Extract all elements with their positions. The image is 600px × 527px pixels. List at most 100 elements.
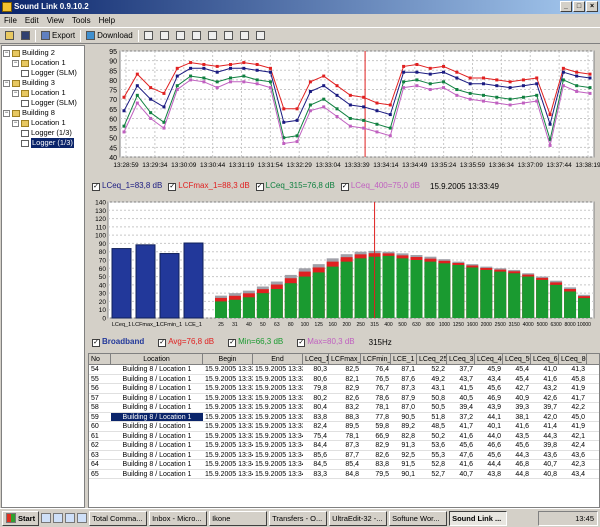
legend-item[interactable]: ✓ Broadband bbox=[92, 337, 144, 347]
column-header[interactable]: LCeq_50 bbox=[503, 354, 531, 364]
checkbox-icon[interactable]: ✓ bbox=[297, 339, 306, 347]
tree-logger-item[interactable]: Logger (1/3) bbox=[3, 128, 83, 138]
legend-item[interactable]: ✓ LCeq_1=83,8 dB bbox=[92, 181, 162, 191]
browser-icon[interactable] bbox=[53, 513, 64, 523]
tree-logger-item[interactable]: Logger (SLM) bbox=[3, 98, 83, 108]
table-row[interactable]: 60 Building 8 / Location 1 15.9.2005 13:33… bbox=[89, 422, 599, 432]
taskbar-button[interactable]: Transfers - O... bbox=[269, 510, 328, 526]
legend-item[interactable]: ✓ Max=80,3 dB bbox=[297, 337, 355, 347]
tree-logger-item[interactable]: Logger (1/3) bbox=[3, 138, 83, 148]
desktop-icon[interactable] bbox=[41, 513, 52, 523]
column-header[interactable]: No bbox=[89, 354, 111, 364]
table-row[interactable]: 63 Building 8 / Location 1 15.9.2005 13:34… bbox=[89, 451, 599, 460]
table-row[interactable]: 54 Building 8 / Location 1 15.9.2005 13:33… bbox=[89, 365, 599, 375]
checkbox-icon[interactable]: ✓ bbox=[228, 339, 237, 347]
column-header[interactable]: LCE_1 bbox=[391, 354, 417, 364]
table-row[interactable]: 58 Building 8 / Location 1 15.9.2005 13:33… bbox=[89, 403, 599, 413]
save-button[interactable] bbox=[19, 29, 32, 42]
column-header[interactable]: Location bbox=[111, 354, 203, 364]
data-point bbox=[481, 76, 485, 80]
column-header[interactable]: LCFmax_1 bbox=[329, 354, 361, 364]
x-tick-label: 500 bbox=[398, 322, 407, 328]
collapse-toggle-icon[interactable]: − bbox=[12, 119, 19, 127]
checkbox-icon[interactable]: ✓ bbox=[168, 183, 177, 191]
tree-folder-item[interactable]: − Location 1 bbox=[3, 88, 83, 98]
tree-logger-item[interactable]: Logger (SLM) bbox=[3, 68, 83, 78]
chart-type-button[interactable] bbox=[222, 29, 235, 42]
tree-folder-item[interactable]: − Building 3 bbox=[3, 78, 83, 88]
close-button[interactable]: × bbox=[586, 1, 598, 12]
zoom-out-icon bbox=[207, 31, 217, 40]
column-header[interactable]: LCeq_25 bbox=[417, 354, 447, 364]
menu-help[interactable]: Help bbox=[99, 14, 115, 27]
collapse-toggle-icon[interactable]: − bbox=[3, 49, 10, 57]
export-button[interactable]: Export bbox=[39, 29, 77, 42]
legend-item[interactable]: ✓ LCeq_400=75,0 dB bbox=[340, 181, 420, 191]
start-button[interactable]: Start bbox=[2, 510, 40, 526]
checkbox-icon[interactable]: ✓ bbox=[255, 183, 264, 191]
menu-edit[interactable]: Edit bbox=[25, 14, 39, 27]
taskbar-button[interactable]: Inbox - Micro... bbox=[149, 510, 208, 526]
tree-folder-item[interactable]: − Building 2 bbox=[3, 48, 83, 58]
taskbar-button[interactable]: Ikone bbox=[209, 510, 268, 526]
column-header[interactable]: End bbox=[253, 354, 303, 364]
table-cell: 60 bbox=[91, 423, 99, 430]
x-tick-label: 1000 bbox=[439, 322, 450, 328]
checkbox-icon[interactable]: ✓ bbox=[92, 183, 100, 191]
table-cell: 41,6 bbox=[459, 461, 473, 468]
open-button[interactable] bbox=[3, 29, 16, 42]
select-tool-button[interactable] bbox=[142, 29, 155, 42]
checkbox-icon[interactable]: ✓ bbox=[340, 183, 349, 191]
zoom-y-button[interactable] bbox=[174, 29, 187, 42]
column-header[interactable]: LCeq_63 bbox=[531, 354, 559, 364]
taskbar-button[interactable]: Sound Link ... bbox=[449, 510, 508, 526]
checkbox-icon[interactable]: ✓ bbox=[158, 339, 167, 347]
tree-folder-item[interactable]: − Location 1 bbox=[3, 58, 83, 68]
table-row[interactable]: 55 Building 8 / Location 1 15.9.2005 13:33… bbox=[89, 375, 599, 384]
table-row[interactable]: 64 Building 8 / Location 1 15.9.2005 13:34… bbox=[89, 460, 599, 470]
legend-item[interactable]: ✓ LCFmax_1=88,3 dB bbox=[168, 181, 250, 191]
table-row[interactable]: 65 Building 8 / Location 1 15.9.2005 13:34… bbox=[89, 470, 599, 479]
table-row[interactable]: 62 Building 8 / Location 1 15.9.2005 13:34… bbox=[89, 441, 599, 451]
cursor-button[interactable] bbox=[254, 29, 267, 42]
collapse-toggle-icon[interactable]: − bbox=[3, 79, 10, 87]
zoom-in-button[interactable] bbox=[190, 29, 203, 42]
menu-view[interactable]: View bbox=[47, 14, 64, 27]
maximize-button[interactable]: □ bbox=[573, 1, 585, 12]
taskbar-button[interactable]: Softune Wor... bbox=[389, 510, 448, 526]
zoom-out-button[interactable] bbox=[206, 29, 219, 42]
collapse-toggle-icon[interactable]: − bbox=[12, 59, 19, 67]
table-row[interactable]: 59Building 8 / Location 115.9.2005 13:33… bbox=[89, 412, 599, 422]
legend-item[interactable]: ✓ Min=66,3 dB bbox=[228, 337, 283, 347]
taskbar-button[interactable]: Total Comma... bbox=[89, 510, 148, 526]
time-history-chart[interactable]: 40 45 50 55 60 65 70 75 80 85 90 95 13:28:59 13:29:34… bbox=[88, 45, 600, 178]
column-header[interactable]: LCeq_40 bbox=[475, 354, 503, 364]
grid-button[interactable] bbox=[238, 29, 251, 42]
column-header[interactable]: LCFmin_1 bbox=[361, 354, 391, 364]
column-header[interactable]: LCeq_1 bbox=[303, 354, 329, 364]
column-header[interactable]: LCeq_80 bbox=[559, 354, 587, 364]
minimize-button[interactable]: _ bbox=[560, 1, 572, 12]
explorer-icon[interactable] bbox=[77, 513, 88, 523]
column-header[interactable]: Begin bbox=[203, 354, 253, 364]
table-row[interactable]: 57 Building 8 / Location 1 15.9.2005 13:33… bbox=[89, 394, 599, 403]
column-header[interactable]: LCeq_31 bbox=[447, 354, 475, 364]
data-point bbox=[189, 78, 193, 82]
table-cell: 82,8 bbox=[401, 432, 415, 440]
table-row[interactable]: 56 Building 8 / Location 1 15.9.2005 13:33… bbox=[89, 384, 599, 394]
tree-folder-item[interactable]: − Building 8 bbox=[3, 108, 83, 118]
legend-item[interactable]: ✓ Avg=76,8 dB bbox=[158, 337, 214, 347]
mail-icon[interactable] bbox=[65, 513, 76, 523]
checkbox-icon[interactable]: ✓ bbox=[92, 339, 100, 347]
taskbar-button[interactable]: UltraEdit-32 -... bbox=[329, 510, 388, 526]
legend-item[interactable]: ✓ LCeq_315=76,8 dB bbox=[255, 181, 335, 191]
spectrum-chart[interactable]: 0102030405060708090100110120130140LCeq_1… bbox=[88, 196, 600, 333]
zoom-x-button[interactable] bbox=[158, 29, 171, 42]
menu-tools[interactable]: Tools bbox=[72, 14, 91, 27]
table-row[interactable]: 61 Building 8 / Location 1 15.9.2005 13:33… bbox=[89, 432, 599, 441]
tree-folder-item[interactable]: − Location 1 bbox=[3, 118, 83, 128]
collapse-toggle-icon[interactable]: − bbox=[12, 89, 19, 97]
menu-file[interactable]: File bbox=[4, 14, 17, 27]
collapse-toggle-icon[interactable]: − bbox=[3, 109, 10, 117]
download-button[interactable]: Download bbox=[84, 29, 135, 42]
